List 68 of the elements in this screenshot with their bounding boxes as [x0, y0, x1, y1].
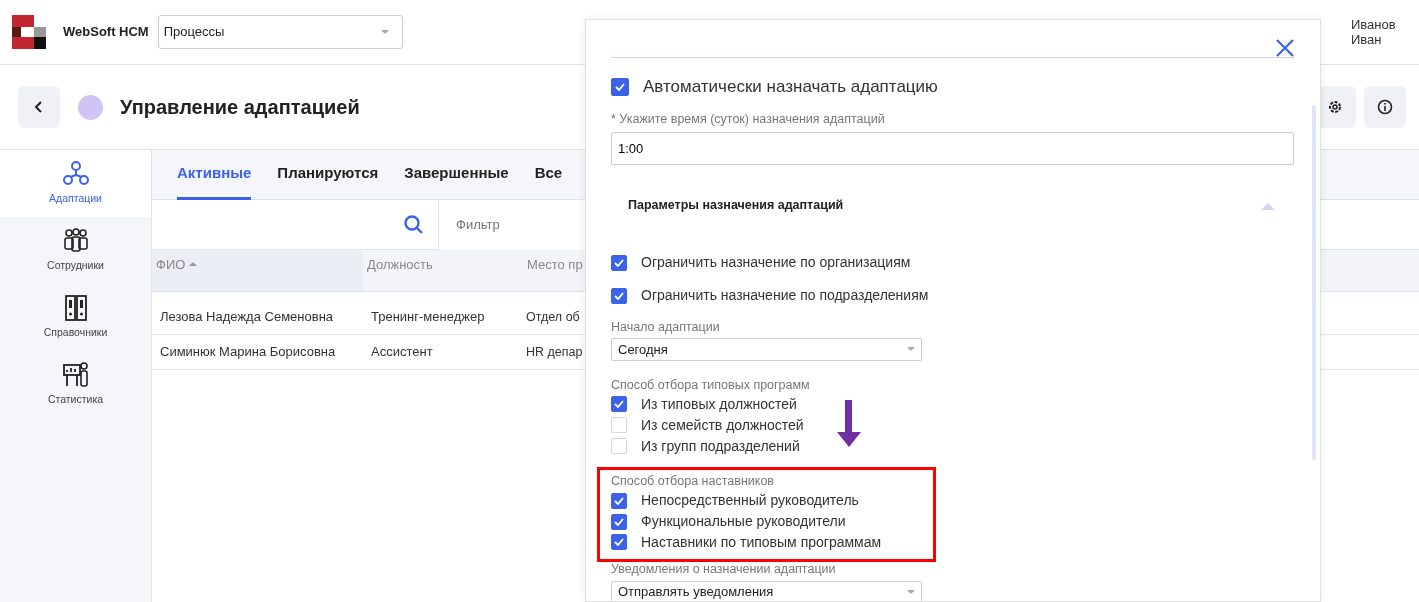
checkmark-icon: [614, 496, 624, 505]
group-label: Способ отбора наставников: [611, 474, 775, 490]
time-field[interactable]: 1:00: [611, 132, 1294, 166]
close-button[interactable]: [1275, 37, 1295, 58]
checkmark-icon: [614, 517, 624, 526]
checkbox[interactable]: [611, 254, 627, 271]
table-cell-text: Симинюк Марина Борисовна: [159, 343, 337, 362]
checkbox[interactable]: [611, 513, 627, 530]
table-cell-text: Отдел об: [525, 308, 581, 326]
checkmark-icon: [615, 83, 625, 92]
caret-icon: [907, 347, 915, 352]
process-select[interactable]: Процессы: [157, 15, 403, 49]
checkbox-label: Из типовых должностей: [641, 396, 797, 413]
tab[interactable]: Активные: [177, 150, 252, 200]
table-cell-text: Тренинг-менеджер: [370, 308, 486, 327]
brand-name: WebSoft HCM: [63, 23, 149, 42]
checkbox[interactable]: [611, 534, 627, 551]
table-cell-text: HR депар: [525, 343, 584, 361]
table-cell-text: Ассистент: [370, 343, 434, 362]
scrollbar[interactable]: [1312, 105, 1316, 460]
chevron-left-icon: [34, 101, 44, 113]
dropdown-select[interactable]: Отправлять уведомления: [611, 580, 922, 601]
binders-icon: [62, 294, 89, 321]
checkbox-label: Автоматически назначать адаптацию: [643, 77, 938, 98]
dropdown-select[interactable]: Сегодня: [611, 338, 922, 361]
user-name[interactable]: Иванов Иван: [1351, 17, 1399, 47]
avatar-icon: [78, 94, 103, 120]
checkmark-icon: [614, 258, 624, 267]
tab[interactable]: Планируются: [277, 150, 379, 200]
tab[interactable]: Все: [534, 150, 563, 200]
field-label: Начало адаптации: [611, 320, 721, 335]
presenter-icon: [62, 361, 89, 388]
close-icon: [1275, 37, 1295, 58]
people-icon: [62, 227, 89, 254]
down-arrow-icon: [837, 400, 861, 448]
page-title: Управление адаптацией: [120, 95, 360, 120]
checkbox[interactable]: [611, 287, 627, 304]
logo-icon: [12, 15, 46, 49]
search-icon: [404, 214, 424, 235]
checkmark-icon: [614, 291, 624, 300]
checkbox[interactable]: [611, 396, 627, 413]
hierarchy-icon: [62, 160, 89, 187]
sidebar-item[interactable]: Сотрудники: [0, 217, 151, 284]
checkbox[interactable]: [611, 492, 627, 509]
info-icon: [1377, 99, 1393, 115]
checkmark-icon: [614, 538, 624, 547]
checkbox-label: Из групп подразделений: [641, 437, 800, 455]
checkbox[interactable]: [611, 78, 629, 97]
table-cell-text: Лезова Надежда Семеновна: [159, 308, 335, 327]
checkbox-label: Непосредственный руководитель: [641, 492, 859, 510]
caret-icon: [907, 590, 915, 595]
field-label: * Укажите время (суток) назначения адаптаций: [611, 112, 886, 128]
checkbox-label: Функциональные руководители: [641, 513, 846, 530]
checkbox-label: Из семейств должностей: [641, 416, 804, 434]
sidebar-item[interactable]: Справочники: [0, 284, 151, 351]
field-label: Уведомления о назначении адаптации: [611, 561, 837, 577]
info-button[interactable]: [1364, 86, 1406, 128]
search-button[interactable]: [404, 214, 424, 235]
checkbox-label: Наставники по типовым программам: [641, 533, 882, 551]
settings-icon: [1327, 99, 1343, 115]
checkmark-icon: [614, 400, 624, 409]
group-label: Способ отбора типовых программ: [611, 378, 811, 393]
checkbox-label: Ограничить назначение по подразделениям: [641, 287, 929, 304]
sidebar-item[interactable]: Статистика: [0, 351, 151, 418]
sidebar-item[interactable]: Адаптации: [0, 150, 151, 217]
tab[interactable]: Завершенные: [404, 150, 509, 200]
checkbox-label: Ограничить назначение по организациям: [641, 254, 911, 272]
caret-icon: [380, 30, 389, 34]
